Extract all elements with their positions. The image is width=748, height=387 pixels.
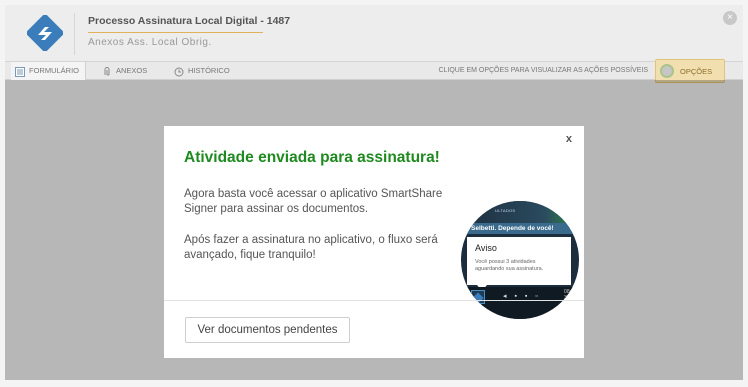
preview-notification-card: Aviso Você possui 3 atividades aguardand… bbox=[467, 237, 571, 285]
tray-icons: ◂ ▪ ▪ ▫ bbox=[503, 293, 541, 300]
form-icon bbox=[15, 66, 25, 77]
paperclip-icon bbox=[102, 66, 112, 76]
tab-label: ANEXOS bbox=[116, 66, 148, 75]
options-icon bbox=[660, 64, 674, 78]
signer-tray-icon bbox=[471, 290, 485, 304]
header-divider bbox=[74, 13, 75, 55]
modal-paragraph-2: Após fazer a assinatura no aplicativo, o… bbox=[184, 234, 438, 261]
tab-label: HISTÓRICO bbox=[188, 66, 230, 75]
view-pending-documents-button[interactable]: Ver documentos pendentes bbox=[185, 317, 350, 343]
process-header: Processo Assinatura Local Digital - 1487… bbox=[5, 5, 743, 61]
close-window-icon[interactable]: × bbox=[723, 11, 737, 25]
options-hint: CLIQUE EM OPÇÕES PARA VISUALIZAR AS AÇÕE… bbox=[438, 67, 648, 74]
modal-divider bbox=[164, 300, 584, 301]
signer-notification-preview: ULTADOS Selbetti. Depende de você! Aviso… bbox=[461, 201, 579, 319]
tab-historico[interactable]: HISTÓRICO bbox=[174, 62, 230, 80]
tab-label: FORMULÁRIO bbox=[29, 66, 80, 75]
title-underline bbox=[88, 32, 263, 33]
preview-top-text: ULTADOS bbox=[495, 208, 516, 213]
modal-close-button[interactable]: x bbox=[566, 133, 572, 145]
modal-title: Atividade enviada para assinatura! bbox=[184, 149, 440, 166]
tab-bar: FORMULÁRIO ANEXOS HISTÓRICO CLIQUE EM OP… bbox=[5, 59, 743, 83]
process-title: Processo Assinatura Local Digital - 1487 bbox=[88, 15, 291, 27]
clock-icon bbox=[174, 66, 184, 77]
tab-formulario[interactable]: FORMULÁRIO bbox=[11, 62, 87, 80]
selbetti-logo-icon bbox=[25, 13, 65, 53]
preview-card-text: Você possui 3 atividades aguardando sua … bbox=[475, 259, 544, 272]
preview-taskbar: ◂ ▪ ▪ ▫ 08: 31/ bbox=[461, 287, 579, 319]
modal-paragraph-1: Agora basta você acessar o aplicativo Sm… bbox=[184, 188, 443, 215]
options-label: OPÇÕES bbox=[680, 66, 713, 76]
preview-card-title: Aviso bbox=[475, 243, 497, 253]
signature-modal: x Atividade enviada para assinatura! Ago… bbox=[164, 126, 584, 358]
process-subtitle: Anexos Ass. Local Obrig. bbox=[88, 37, 212, 48]
tab-anexos[interactable]: ANEXOS bbox=[102, 62, 147, 80]
preview-banner: Selbetti. Depende de você! bbox=[461, 223, 579, 234]
